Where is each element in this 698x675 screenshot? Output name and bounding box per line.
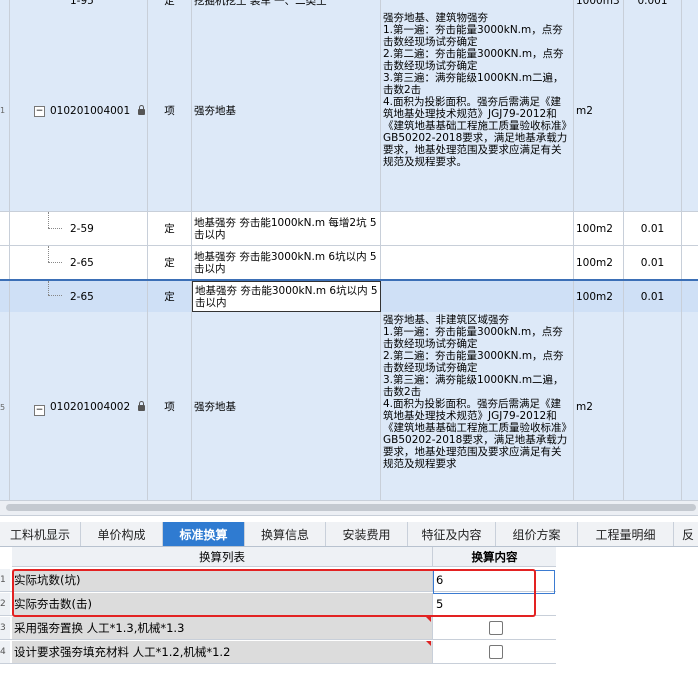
row-qty: 0.01 (640, 290, 665, 303)
conversion-row[interactable]: 4 设计要求强夯填充材料 人工*1.2,机械*1.2 (0, 641, 556, 664)
row-name: 地基强夯 夯击能1000kN.m 每增2坑 5击以内 (194, 216, 377, 241)
row-code: 2-65 (70, 290, 94, 303)
conversion-name: 采用强夯置换 人工*1.3,机械*1.3 (12, 617, 433, 639)
lock-icon (138, 104, 146, 115)
row-unit: m2 (576, 104, 593, 117)
conversion-row[interactable]: 3 采用强夯置换 人工*1.3,机械*1.3 (0, 617, 556, 640)
tab-features-content[interactable]: 特征及内容 (408, 522, 496, 546)
row-unit: 1000m3 (576, 0, 620, 7)
row-side-number: 1 (0, 106, 6, 115)
conversion-name: 设计要求强夯填充材料 人工*1.2,机械*1.2 (12, 641, 433, 663)
table-row[interactable]: 2-59 定 地基强夯 夯击能1000kN.m 每增2坑 5击以内 100m2 … (0, 212, 698, 246)
header-conversion-content: 换算内容 (433, 547, 556, 567)
comment-marker-icon (426, 617, 431, 622)
tab-pricing-scheme[interactable]: 组价方案 (496, 522, 578, 546)
fill-material-checkbox[interactable] (489, 645, 503, 659)
tab-quantity-details[interactable]: 工程量明细 (578, 522, 674, 546)
scrollbar-thumb[interactable] (6, 504, 696, 511)
collapse-toggle[interactable]: − (34, 405, 45, 416)
row-name: 地基强夯 夯击能3000kN.m 6坑以内 5击以内 (194, 250, 377, 275)
row-qty: 0.01 (640, 256, 665, 269)
row-unit: m2 (576, 401, 593, 413)
table-row[interactable]: 1 − 010201004001 项 强夯地基 强夯地基、建筑物强夯 1.第一遍… (0, 10, 698, 212)
comment-marker-icon (426, 641, 431, 646)
row-side-number: 5 (0, 402, 6, 412)
row-type: 项 (164, 401, 175, 413)
row-description: 强夯地基、建筑物强夯 1.第一遍：夯击能量3000kN.m，点夯击数经现场试夯确… (383, 12, 568, 168)
table-row[interactable]: 2-65 定 地基强夯 夯击能3000kN.m 6坑以内 5击以内 100m2 … (0, 246, 698, 280)
row-number: 2 (0, 593, 10, 615)
row-qty: 0.001 (637, 0, 668, 7)
row-name-editor[interactable]: 地基强夯 夯击能3000kN.m 6坑以内 5击以内 (193, 283, 380, 311)
row-name: 强夯地基 (194, 104, 236, 117)
row-type: 定 (164, 256, 175, 269)
row-unit: 100m2 (576, 256, 613, 269)
table-row-selected[interactable]: 2-65 定 地基强夯 夯击能3000kN.m 6坑以内 5击以内 100m2 … (0, 279, 698, 314)
row-type: 项 (164, 104, 175, 117)
collapse-toggle[interactable]: − (34, 106, 45, 117)
tab-overflow[interactable]: 反 (674, 522, 698, 546)
table-row[interactable]: 5 − 010201004002 项 强夯地基 强夯地基、非建筑区域强夯 1.第… (0, 312, 698, 500)
row-type: 定 (164, 0, 175, 7)
row-number: 3 (0, 617, 10, 639)
tab-installation-cost[interactable]: 安装费用 (326, 522, 408, 546)
row-unit: 100m2 (576, 222, 613, 235)
row-code: 010201004002 (50, 401, 131, 413)
header-conversion-list: 换算列表 (12, 547, 433, 567)
row-description: 强夯地基、非建筑区域强夯 1.第一遍：夯击能量3000kN.m，点夯击数经现场试… (383, 314, 568, 470)
row-code: 2-59 (70, 222, 94, 235)
row-number: 4 (0, 641, 10, 663)
row-qty (651, 109, 655, 113)
highlight-annotation-box (12, 569, 536, 617)
tab-labor-material-machine[interactable]: 工料机显示 (0, 522, 81, 546)
row-unit: 100m2 (576, 290, 613, 303)
row-qty: 0.01 (640, 222, 665, 235)
row-code: 010201004001 (50, 104, 131, 117)
row-type: 定 (164, 222, 175, 235)
horizontal-scrollbar[interactable] (0, 500, 698, 516)
detail-tab-bar: 工料机显示 单价构成 标准换算 换算信息 安装费用 特征及内容 组价方案 工程量… (0, 522, 698, 547)
row-type: 定 (164, 290, 175, 303)
bill-grid: 1-95 定 挖掘机挖土 装车 一、二类土 1000m3 0.001 1 − 0… (0, 0, 698, 500)
row-name: 强夯地基 (194, 401, 236, 413)
lock-icon (138, 401, 146, 411)
row-name: 挖掘机挖土 装车 一、二类土 (194, 0, 327, 7)
row-number: 1 (0, 569, 10, 591)
tab-unit-price-composition[interactable]: 单价构成 (81, 522, 163, 546)
row-code: 1-95 (70, 0, 94, 7)
row-code: 2-65 (70, 256, 94, 269)
replacement-checkbox[interactable] (489, 621, 503, 635)
tab-standard-conversion[interactable]: 标准换算 (163, 522, 245, 546)
row-qty (651, 405, 655, 409)
tab-conversion-info[interactable]: 换算信息 (245, 522, 326, 546)
